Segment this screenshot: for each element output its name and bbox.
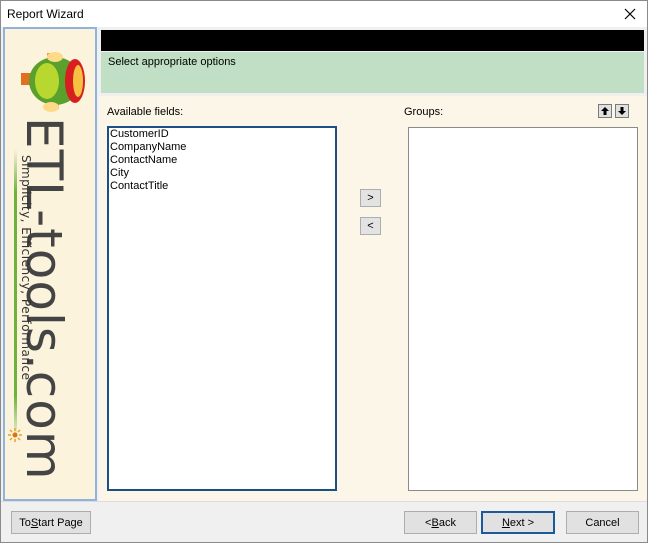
move-down-icon [618,107,626,115]
available-fields-label: Available fields: [107,106,184,118]
side-banner: ETL-tools.com Simplicity, Efficiency, Pe… [3,27,97,501]
close-icon [624,8,636,20]
groups-label: Groups: [404,106,444,118]
wizard-client-area: ETL-tools.com Simplicity, Efficiency, Pe… [1,27,647,542]
list-item[interactable]: CompanyName [109,141,335,154]
list-item[interactable]: City [109,167,335,180]
to-start-page-button[interactable]: To Start Page [11,511,91,534]
list-item[interactable]: CustomerID [109,128,335,141]
flower-icon [8,428,22,442]
next-button-mnemonic: N [501,516,510,529]
header-subtitle: Select appropriate options [108,56,236,68]
footer-separator [1,501,647,502]
available-fields-list[interactable]: CustomerID CompanyName ContactName City Cont… [107,126,337,491]
move-up-icon [601,107,609,115]
options-panel: Available fields: CustomerID CompanyName C… [99,96,647,501]
logo-icon [21,52,85,112]
cancel-button[interactable]: Cancel [566,511,639,534]
start-button-mnemonic: S [30,516,39,529]
title-bar: Report Wizard [1,1,647,27]
window-title: Report Wizard [7,7,84,21]
start-button-text-prefix: To [19,516,31,529]
list-item[interactable]: ContactTitle [109,180,335,193]
move-up-button[interactable] [598,104,612,118]
add-field-button[interactable]: > [360,189,381,207]
brand-tagline: Simplicity, Efficiency, Performance [19,155,33,381]
start-button-text-suffix: tart Page [38,516,83,529]
back-button-mnemonic: B [431,516,439,529]
back-button[interactable]: < Back [404,511,477,534]
next-button-text-suffix: ext > [509,516,535,529]
header-bar [101,30,644,51]
back-button-text-suffix: ack [438,516,456,529]
list-item[interactable]: ContactName [109,154,335,167]
close-button[interactable] [613,1,647,27]
next-button[interactable]: Next > [481,511,555,534]
header-panel: Select appropriate options [101,52,644,93]
groups-list[interactable] [408,127,638,491]
remove-field-button[interactable]: < [360,217,381,235]
report-wizard-window: Report Wizard ETL-tools.com Simplicity, … [0,0,648,543]
move-down-button[interactable] [615,104,629,118]
